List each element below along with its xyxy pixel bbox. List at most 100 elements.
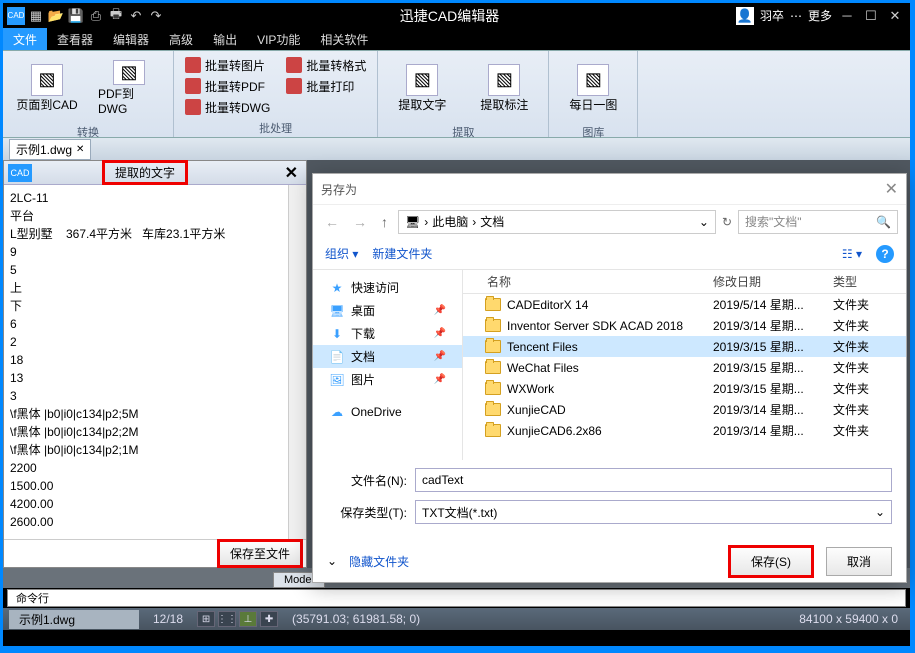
panel-close-icon[interactable]: ✕ [281,163,302,183]
ribbon-icon: ▧ [577,64,609,96]
search-input[interactable]: 搜索"文档" 🔍 [738,210,898,234]
nav-up-icon[interactable]: ↑ [377,214,392,230]
snap-icon[interactable]: ⊞ [197,611,215,627]
minimize-icon[interactable]: ─ [838,7,856,25]
text-line: 上 [10,279,300,297]
menu-6[interactable]: 相关软件 [310,28,378,50]
redo-icon[interactable]: ↷ [147,7,165,25]
ribbon-批量转图片[interactable]: 批量转图片 [178,55,277,75]
text-line: 下 [10,297,300,315]
maximize-icon[interactable]: ☐ [862,7,880,25]
picture-icon: 🖼 [329,372,345,388]
search-icon[interactable]: 🔍 [876,215,891,229]
text-line: 2LC-11 [10,189,300,207]
more-label[interactable]: 更多 [808,7,832,24]
extracted-text-area[interactable]: 2LC-11平台L型别墅 367.4平方米 车库23.1平方米95上下62181… [4,185,306,539]
path-seg-docs[interactable]: 文档 [480,213,504,230]
side-documents[interactable]: 📄文档📌 [313,345,462,368]
ribbon-批量打印[interactable]: 批量打印 [279,76,373,96]
filetype-select[interactable]: TXT文档(*.txt)⌄ [415,500,892,524]
ribbon-每日一图[interactable]: ▧每日一图 [553,55,633,121]
path-seg-pc[interactable]: 此电脑 [432,213,468,230]
command-line[interactable]: 命令行 [7,589,906,607]
status-coords: (35791.03; 61981.58; 0) [286,612,426,626]
ribbon-页面到CAD[interactable]: ▧页面到CAD [7,55,87,121]
open-icon[interactable]: 📂 [47,7,65,25]
scrollbar[interactable] [288,185,306,539]
chevron-down-icon[interactable]: ⌄ [327,554,337,568]
help-icon[interactable]: ? [876,245,894,263]
ribbon-group-label: 图库 [551,123,635,141]
saveall-icon[interactable]: ⎙ [87,7,105,25]
document-tab[interactable]: 示例1.dwg ✕ [9,139,91,160]
user-icon[interactable]: 👤 [736,7,754,25]
new-folder-button[interactable]: 新建文件夹 [372,245,432,262]
file-row[interactable]: XunjieCAD6.2x862019/3/14 星期...文件夹 [463,420,906,441]
print-icon[interactable]: 🖶 [107,7,125,25]
side-desktop[interactable]: 🖥桌面📌 [313,299,462,322]
pc-icon: 🖥 [405,215,420,229]
side-pictures[interactable]: 🖼图片📌 [313,368,462,391]
small-icon [286,57,302,73]
ribbon-[interactable] [279,97,373,117]
menu-0[interactable]: 文件 [3,28,47,50]
text-line: 1500.00 [10,477,300,495]
menu-4[interactable]: 输出 [203,28,247,50]
polar-icon[interactable]: ✚ [260,611,278,627]
grid-icon[interactable]: ⋮⋮ [218,611,236,627]
ribbon-提取标注[interactable]: ▧提取标注 [464,55,544,121]
file-row[interactable]: WeChat Files2019/3/15 星期...文件夹 [463,357,906,378]
menu-1[interactable]: 查看器 [47,28,103,50]
menu-3[interactable]: 高级 [159,28,203,50]
save-button[interactable]: 保存(S) [728,545,814,578]
file-row[interactable]: Tencent Files2019/3/15 星期...文件夹 [463,336,906,357]
ribbon-批量转DWG[interactable]: 批量转DWG [178,97,277,117]
star-icon: ★ [329,280,345,296]
path-dropdown-icon[interactable]: ⌄ [699,215,709,229]
save-to-file-button[interactable]: 保存至文件 [217,539,303,568]
nav-back-icon[interactable]: ← [321,214,343,230]
more-dots-icon[interactable]: ⋯ [790,9,802,23]
col-name[interactable]: 名称 [463,273,713,290]
save-icon[interactable]: 💾 [67,7,85,25]
close-app-icon[interactable]: ✕ [886,7,904,25]
col-type[interactable]: 类型 [833,273,883,290]
refresh-icon[interactable]: ↻ [722,215,732,229]
side-onedrive[interactable]: ☁OneDrive [313,401,462,423]
undo-icon[interactable]: ↶ [127,7,145,25]
col-date[interactable]: 修改日期 [713,273,833,290]
small-icon [185,57,201,73]
ribbon-批量转PDF[interactable]: 批量转PDF [178,76,277,96]
file-row[interactable]: XunjieCAD2019/3/14 星期...文件夹 [463,399,906,420]
ribbon-PDF到DWG[interactable]: ▧PDF到DWG [89,55,169,121]
path-bar[interactable]: 🖥 › 此电脑 › 文档 ⌄ [398,210,716,234]
menubar: 文件查看器编辑器高级输出VIP功能相关软件 [3,28,910,50]
small-icon [185,99,201,115]
menu-2[interactable]: 编辑器 [103,28,159,50]
folder-tree: ★快速访问 🖥桌面📌 ⬇下载📌 📄文档📌 🖼图片📌 ☁OneDrive [313,270,463,460]
organize-menu[interactable]: 组织 ▾ [325,245,358,262]
filename-input[interactable] [415,468,892,492]
nav-fwd-icon[interactable]: → [349,214,371,230]
file-row[interactable]: WXWork2019/3/15 星期...文件夹 [463,378,906,399]
ribbon-批量转格式[interactable]: 批量转格式 [279,55,373,75]
user-name[interactable]: 羽卒 [760,7,784,24]
text-line: \f黑体 |b0|i0|c134|p2;1M [10,441,300,459]
doc-tab-label: 示例1.dwg [16,141,72,158]
new-icon[interactable]: ▦ [27,7,45,25]
ribbon-提取文字[interactable]: ▧提取文字 [382,55,462,121]
side-downloads[interactable]: ⬇下载📌 [313,322,462,345]
dialog-close-icon[interactable]: ✕ [885,179,898,199]
doc-tab-close-icon[interactable]: ✕ [76,144,84,155]
file-list: 名称 修改日期 类型 CADEditorX 142019/5/14 星期...文… [463,270,906,460]
view-mode-icon[interactable]: ☷ ▾ [842,247,862,261]
cancel-button[interactable]: 取消 [826,547,892,576]
file-row[interactable]: Inventor Server SDK ACAD 20182019/3/14 星… [463,315,906,336]
text-line: 5 [10,261,300,279]
side-quick-access[interactable]: ★快速访问 [313,276,462,299]
document-bar: 示例1.dwg ✕ [3,138,910,160]
ortho-icon[interactable]: ⊥ [239,611,257,627]
menu-5[interactable]: VIP功能 [247,28,310,50]
file-row[interactable]: CADEditorX 142019/5/14 星期...文件夹 [463,294,906,315]
hide-folders-link[interactable]: 隐藏文件夹 [349,553,409,570]
